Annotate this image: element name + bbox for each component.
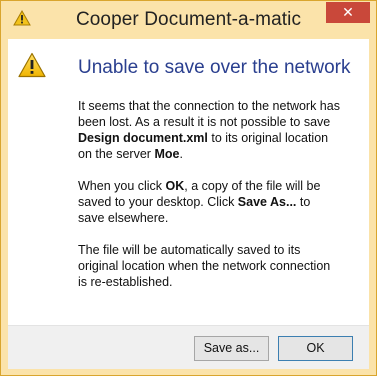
dialog-heading: Unable to save over the network	[78, 57, 351, 78]
title-bar[interactable]: Cooper Document-a-matic ✕	[1, 1, 376, 39]
message-text: It seems that the connection to the netw…	[78, 99, 340, 129]
message-paragraph-2: When you click OK, a copy of the file wi…	[78, 178, 340, 226]
save-as-button[interactable]: Save as...	[194, 336, 269, 361]
file-name: Design document.xml	[78, 131, 208, 145]
message-body: It seems that the connection to the netw…	[78, 98, 340, 306]
dialog-window: Cooper Document-a-matic ✕ Unable to save…	[0, 0, 377, 376]
save-as-reference: Save As...	[237, 195, 297, 209]
ok-button[interactable]: OK	[278, 336, 353, 361]
message-paragraph-3: The file will be automatically saved to …	[78, 243, 331, 289]
button-bar: Save as... OK	[8, 325, 369, 369]
dialog-content: Unable to save over the network It seems…	[8, 39, 369, 369]
message-text: When you click	[78, 179, 166, 193]
warning-icon	[18, 52, 46, 78]
window-title: Cooper Document-a-matic	[75, 9, 302, 30]
server-name: Moe	[154, 147, 180, 161]
message-paragraph-1: It seems that the connection to the netw…	[78, 98, 340, 162]
close-button[interactable]: ✕	[326, 2, 370, 23]
message-text: .	[179, 147, 183, 161]
ok-reference: OK	[165, 179, 185, 193]
